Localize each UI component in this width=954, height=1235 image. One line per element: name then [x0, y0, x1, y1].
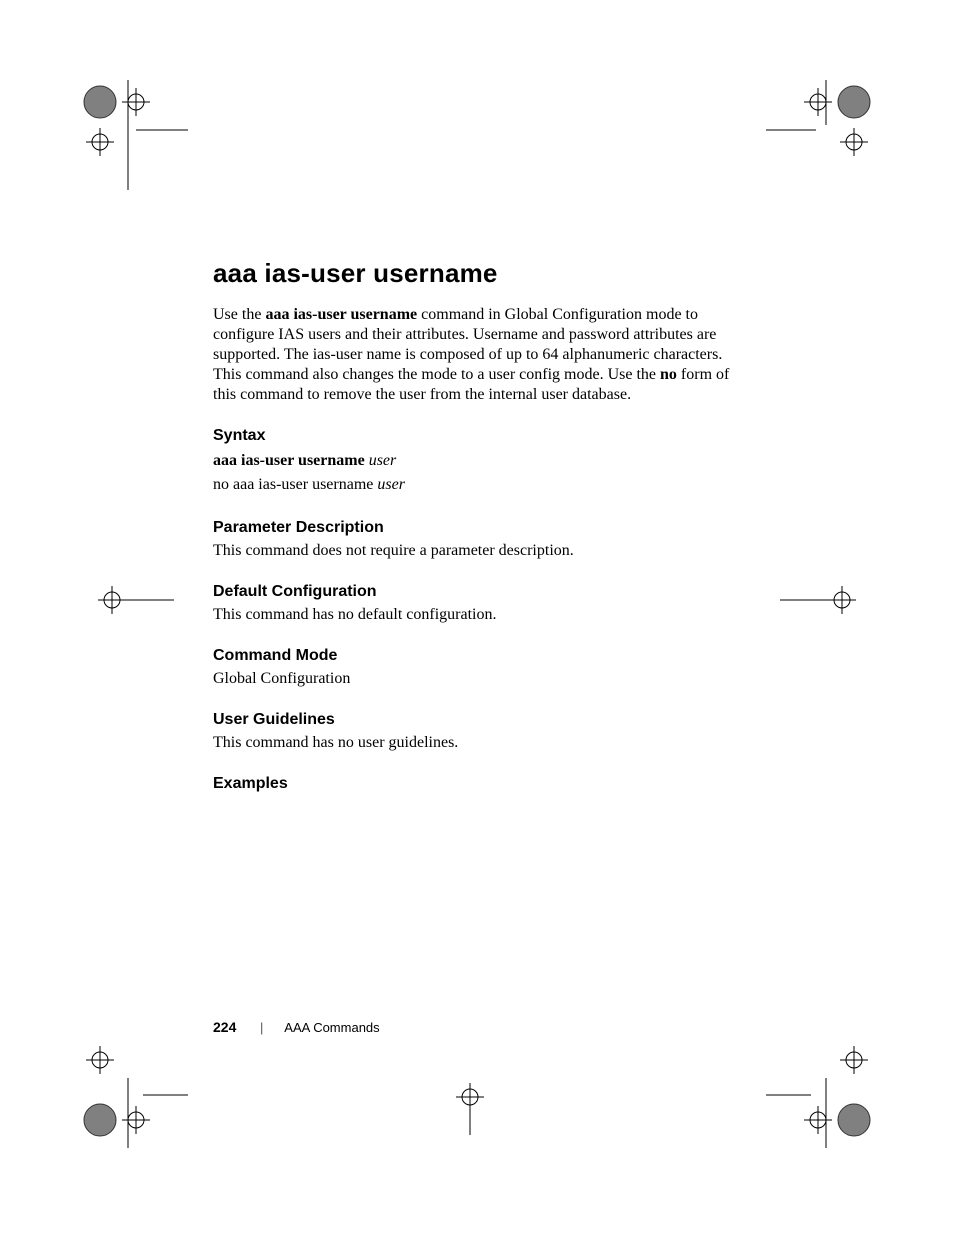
text: Use the — [213, 306, 265, 323]
page-number: 224 — [213, 1019, 236, 1035]
footer-section: AAA Commands — [284, 1020, 379, 1035]
heading-examples: Examples — [213, 775, 744, 793]
registration-mark-icon — [780, 570, 860, 630]
syntax-command: no aaa ias-user username — [213, 476, 373, 493]
user-guidelines-body: This command has no user guidelines. — [213, 733, 744, 753]
heading-default-configuration: Default Configuration — [213, 583, 744, 601]
command-title: aaa ias-user username — [213, 258, 744, 289]
syntax-arg: user — [377, 476, 405, 493]
syntax-command: aaa ias-user username — [213, 452, 365, 469]
registration-mark-icon — [94, 570, 174, 630]
registration-mark-icon — [78, 80, 188, 190]
page: aaa ias-user username Use the aaa ias-us… — [0, 0, 954, 1235]
page-footer: 224 | AAA Commands — [213, 1019, 380, 1035]
text-bold: no — [660, 366, 677, 383]
syntax-line-2: no aaa ias-user username user — [213, 473, 744, 497]
heading-parameter-description: Parameter Description — [213, 519, 744, 537]
syntax-arg: user — [369, 452, 397, 469]
text-bold: aaa ias-user username — [265, 306, 417, 323]
command-mode-body: Global Configuration — [213, 669, 744, 689]
intro-paragraph: Use the aaa ias-user username command in… — [213, 305, 744, 405]
heading-syntax: Syntax — [213, 427, 744, 445]
registration-mark-icon — [766, 1038, 876, 1148]
heading-command-mode: Command Mode — [213, 647, 744, 665]
footer-separator-icon: | — [260, 1020, 263, 1035]
registration-mark-icon — [78, 1038, 188, 1148]
registration-mark-icon — [766, 80, 876, 190]
default-configuration-body: This command has no default configuratio… — [213, 605, 744, 625]
syntax-line-1: aaa ias-user username user — [213, 449, 744, 473]
heading-user-guidelines: User Guidelines — [213, 711, 744, 729]
parameter-description-body: This command does not require a paramete… — [213, 541, 744, 561]
registration-mark-icon — [440, 1075, 500, 1135]
